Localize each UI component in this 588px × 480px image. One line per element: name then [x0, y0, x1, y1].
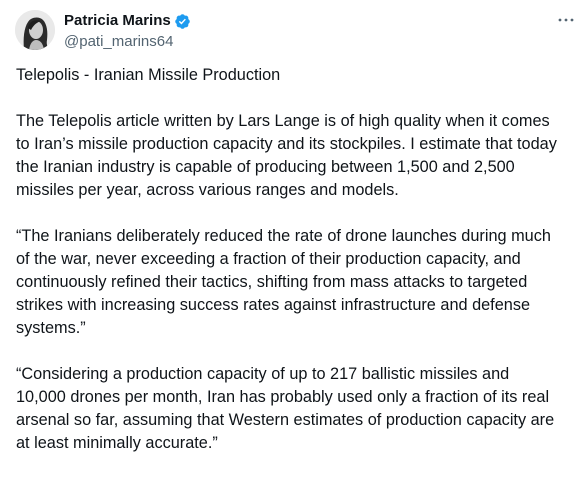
avatar-photo-icon — [15, 10, 55, 50]
author-info: Patricia Marins @pati_marins64 — [64, 11, 191, 52]
verified-badge-icon — [174, 13, 190, 29]
tweet-text: Telepolis - Iranian Missile Production T… — [16, 64, 584, 455]
author-handle[interactable]: @pati_marins64 — [64, 32, 191, 52]
name-row: Patricia Marins — [64, 11, 191, 31]
tweet-paragraph: “Considering a production capacity of up… — [16, 365, 555, 452]
tweet-paragraph: “The Iranians deliberately reduced the r… — [16, 227, 551, 337]
tweet-card: Patricia Marins @pati_marins64 Telepolis… — [0, 0, 588, 480]
author-display-name[interactable]: Patricia Marins — [64, 11, 171, 31]
more-options-button[interactable] — [556, 10, 576, 30]
author-avatar[interactable] — [15, 10, 55, 50]
more-horizontal-icon — [558, 18, 574, 22]
tweet-title: Telepolis - Iranian Missile Production — [16, 66, 281, 84]
tweet-paragraph: The Telepolis article written by Lars La… — [16, 112, 557, 199]
